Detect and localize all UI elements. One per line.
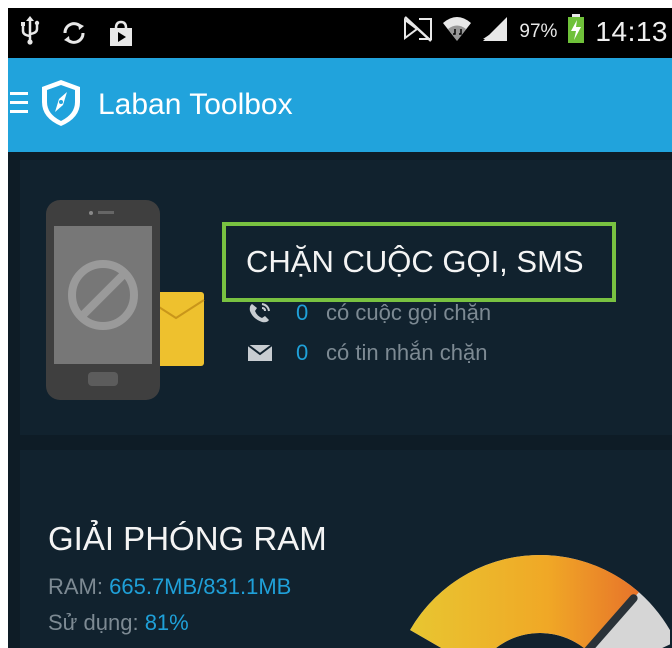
ram-usage-gauge	[390, 530, 672, 648]
free-ram-card[interactable]: GIẢI PHÓNG RAM RAM: 665.7MB/831.1MB Sử d…	[20, 450, 672, 648]
battery-charging-icon	[567, 14, 585, 49]
usage-value: 81%	[144, 610, 189, 635]
call-sms-block-card[interactable]: CHẶN CUỘC GỌI, SMS 0 có cuộc gọi chặn 0 …	[20, 160, 672, 435]
blocked-phone-illustration-icon	[46, 200, 216, 405]
menu-icon[interactable]	[10, 92, 28, 114]
app-screen: 97% 14:13 Laban Toolbox CHẶN CUỘC GỌI, S…	[8, 8, 672, 648]
action-bar: Laban Toolbox	[8, 58, 672, 152]
battery-percent: 97%	[519, 20, 558, 42]
signal-icon	[481, 15, 509, 48]
envelope-icon	[247, 342, 276, 364]
clock: 14:13	[595, 15, 668, 47]
blocked-sms-label: có tin nhắn chặn	[326, 340, 488, 365]
phone-icon	[248, 302, 276, 324]
ram-percent-line: Sử dụng: 81%	[48, 610, 189, 636]
ram-usage-line: RAM: 665.7MB/831.1MB	[48, 574, 291, 600]
sync-icon	[60, 19, 88, 52]
blocked-calls-row: 0 có cuộc gọi chặn	[248, 300, 491, 326]
ram-card-title: GIẢI PHÓNG RAM	[48, 520, 327, 557]
ram-label: RAM:	[48, 574, 110, 599]
blocked-calls-count: 0	[296, 300, 309, 325]
shield-compass-logo-icon[interactable]	[38, 78, 84, 133]
store-icon	[108, 19, 134, 52]
app-title: Laban Toolbox	[98, 88, 293, 121]
usage-label: Sử dụng:	[48, 610, 145, 635]
blocked-sms-count: 0	[296, 340, 309, 365]
ram-value: 665.7MB/831.1MB	[109, 574, 292, 599]
wifi-icon	[443, 15, 472, 48]
block-card-title: CHẶN CUỘC GỌI, SMS	[246, 244, 584, 279]
no-sim-icon	[403, 15, 433, 48]
usb-icon	[20, 16, 40, 54]
blocked-calls-label: có cuộc gọi chặn	[326, 300, 492, 325]
status-bar: 97% 14:13	[8, 8, 672, 58]
blocked-sms-row: 0 có tin nhắn chặn	[247, 340, 488, 366]
